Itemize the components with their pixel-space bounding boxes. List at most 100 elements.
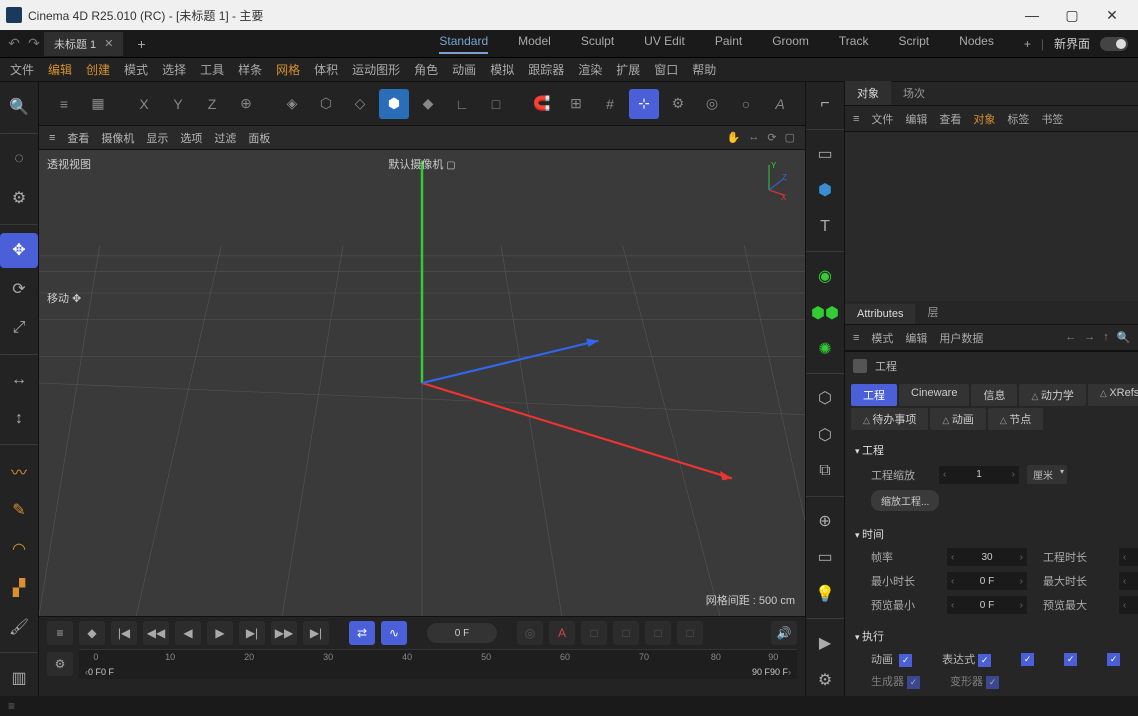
attr-tab-todo[interactable]: 待办事项	[851, 408, 928, 430]
mode-object-icon[interactable]: ⬡	[311, 89, 341, 119]
tab-takes[interactable]: 场次	[891, 81, 937, 105]
am-hamburger-icon[interactable]: ≡	[853, 332, 859, 344]
goto-start-icon[interactable]: |◀	[111, 621, 137, 645]
menu-mesh[interactable]: 网格	[276, 61, 300, 78]
tab-objects[interactable]: 对象	[845, 81, 891, 105]
am-menu-edit[interactable]: 编辑	[905, 330, 927, 346]
layout-tab-script[interactable]: Script	[898, 34, 929, 54]
tab-layers[interactable]: 层	[915, 300, 950, 324]
rotate-tool[interactable]: ⟳	[0, 272, 38, 307]
generator-icon[interactable]: ⬡	[806, 419, 844, 452]
layout-tab-track[interactable]: Track	[839, 34, 869, 54]
workplane-icon[interactable]: ▦	[83, 89, 113, 119]
render-view-icon[interactable]: ▶	[806, 627, 844, 660]
layout-tab-nodes[interactable]: Nodes	[959, 34, 994, 54]
current-frame-field[interactable]: 0 F	[427, 623, 497, 643]
om-hamburger-icon[interactable]: ≡	[853, 113, 859, 125]
am-search-icon[interactable]: 🔍	[1117, 331, 1131, 344]
chk-anim[interactable]: ✓	[899, 654, 912, 667]
quantize-icon[interactable]: ⊹	[629, 89, 659, 119]
am-menu-mode[interactable]: 模式	[871, 330, 893, 346]
mode-point-icon[interactable]: ∟	[447, 89, 477, 119]
vp-dolly-icon[interactable]: ↔	[748, 131, 759, 144]
vp-menu-options[interactable]: 选项	[180, 130, 202, 146]
axis-x-toggle[interactable]: X	[129, 89, 159, 119]
attr-tab-cineware[interactable]: Cineware	[899, 384, 969, 406]
section-exec-header[interactable]: 执行	[855, 624, 1138, 648]
vp-menu-display[interactable]: 显示	[146, 130, 168, 146]
toolbar-menu-icon[interactable]: ≡	[49, 89, 79, 119]
section-time-header[interactable]: 时间	[855, 522, 1138, 546]
menu-window[interactable]: 窗口	[654, 61, 678, 78]
mode-poly-icon[interactable]: ⬢	[379, 89, 409, 119]
menu-spline[interactable]: 样条	[238, 61, 262, 78]
vp-pan-icon[interactable]: ✋	[727, 131, 741, 144]
key-mode-icon[interactable]: ∿	[381, 621, 407, 645]
timeline-menu-icon[interactable]: ≡	[47, 621, 73, 645]
layout-tab-standard[interactable]: Standard	[439, 34, 488, 54]
menu-help[interactable]: 帮助	[692, 61, 716, 78]
field-max-time[interactable]: 90 F	[1119, 572, 1138, 590]
spline-arc-tool[interactable]: ◠	[0, 531, 38, 566]
perspective-viewport[interactable]: Y X Z 透视视图 默认摄像机 移动 ✥ 网格间距 : 500 cm	[39, 150, 805, 616]
new-tab-button[interactable]: +	[129, 36, 153, 52]
axis-y-toggle[interactable]: Y	[163, 89, 193, 119]
prev-frame-icon[interactable]: ◀	[175, 621, 201, 645]
next-key-icon[interactable]: ▶▶	[271, 621, 297, 645]
undo-button[interactable]: ↶	[4, 35, 24, 52]
sound-icon[interactable]: 🔊	[771, 621, 797, 645]
light-object-icon[interactable]: 💡	[806, 578, 844, 611]
field-object-icon[interactable]: ◉	[806, 260, 844, 293]
chk-extra-c[interactable]: ✓	[1107, 653, 1120, 666]
menu-extensions[interactable]: 扩展	[616, 61, 640, 78]
tab-attributes[interactable]: Attributes	[845, 304, 915, 324]
prev-key-icon[interactable]: ◀◀	[143, 621, 169, 645]
workplane-tool[interactable]: ▥	[0, 661, 38, 696]
layout-tab-sculpt[interactable]: Sculpt	[581, 34, 614, 54]
redo-button[interactable]: ↷	[24, 35, 44, 52]
primitive-plane-icon[interactable]: ▭	[806, 137, 844, 170]
key-pos-icon[interactable]: □	[581, 621, 607, 645]
attr-tab-animation[interactable]: 动画	[930, 408, 985, 430]
mode-tweak-icon[interactable]: □	[481, 89, 511, 119]
om-menu-edit[interactable]: 编辑	[905, 111, 927, 127]
attr-tab-info[interactable]: 信息	[971, 384, 1017, 406]
menu-animate[interactable]: 动画	[452, 61, 476, 78]
spline-pen-tool[interactable]: 〰	[0, 453, 38, 488]
vp-menu-view[interactable]: 查看	[67, 130, 89, 146]
menu-mode[interactable]: 模式	[124, 61, 148, 78]
object-manager-body[interactable]	[845, 132, 1138, 301]
scale-tool[interactable]: ⤢	[0, 311, 38, 346]
field-fps[interactable]: 30	[947, 548, 1027, 566]
goto-end-icon[interactable]: ▶|	[303, 621, 329, 645]
record-key-icon[interactable]: ◎	[517, 621, 543, 645]
timeline-config-icon[interactable]: ⚙	[47, 652, 73, 676]
chk-extra-a[interactable]: ✓	[1021, 653, 1034, 666]
om-menu-tags[interactable]: 标签	[1007, 111, 1029, 127]
mode-axis-icon[interactable]: ◇	[345, 89, 375, 119]
field-project-scale[interactable]: 1	[939, 466, 1019, 484]
mini-axis-gizmo[interactable]: Y X Z	[749, 160, 789, 200]
field-preview-max[interactable]: 90 F	[1119, 596, 1138, 614]
mode-edge-icon[interactable]: ◆	[413, 89, 443, 119]
symmetry-icon[interactable]: A	[765, 89, 795, 119]
menu-file[interactable]: 文件	[10, 61, 34, 78]
layout-tab-paint[interactable]: Paint	[715, 34, 742, 54]
window-minimize[interactable]: —	[1012, 0, 1052, 30]
menu-select[interactable]: 选择	[162, 61, 186, 78]
loop-toggle[interactable]: ⇄	[349, 621, 375, 645]
live-select-tool[interactable]: ◌	[0, 142, 38, 177]
text-object-icon[interactable]: T	[806, 210, 844, 243]
add-layout-button[interactable]: +	[1024, 37, 1031, 51]
chk-extra-b[interactable]: ✓	[1064, 653, 1077, 666]
recent-tool-b[interactable]: ↕	[0, 401, 38, 436]
vp-menu-filter[interactable]: 过滤	[214, 130, 236, 146]
recent-tool-a[interactable]: ↔	[0, 362, 38, 397]
move-tool[interactable]: ✥	[0, 233, 38, 268]
soft-select-icon[interactable]: ○	[731, 89, 761, 119]
menu-simulate[interactable]: 模拟	[490, 61, 514, 78]
snap-grid-icon[interactable]: #	[595, 89, 625, 119]
attr-tab-dynamics[interactable]: 动力学	[1019, 384, 1085, 406]
menu-tools[interactable]: 工具	[200, 61, 224, 78]
new-ui-toggle[interactable]	[1100, 37, 1128, 51]
